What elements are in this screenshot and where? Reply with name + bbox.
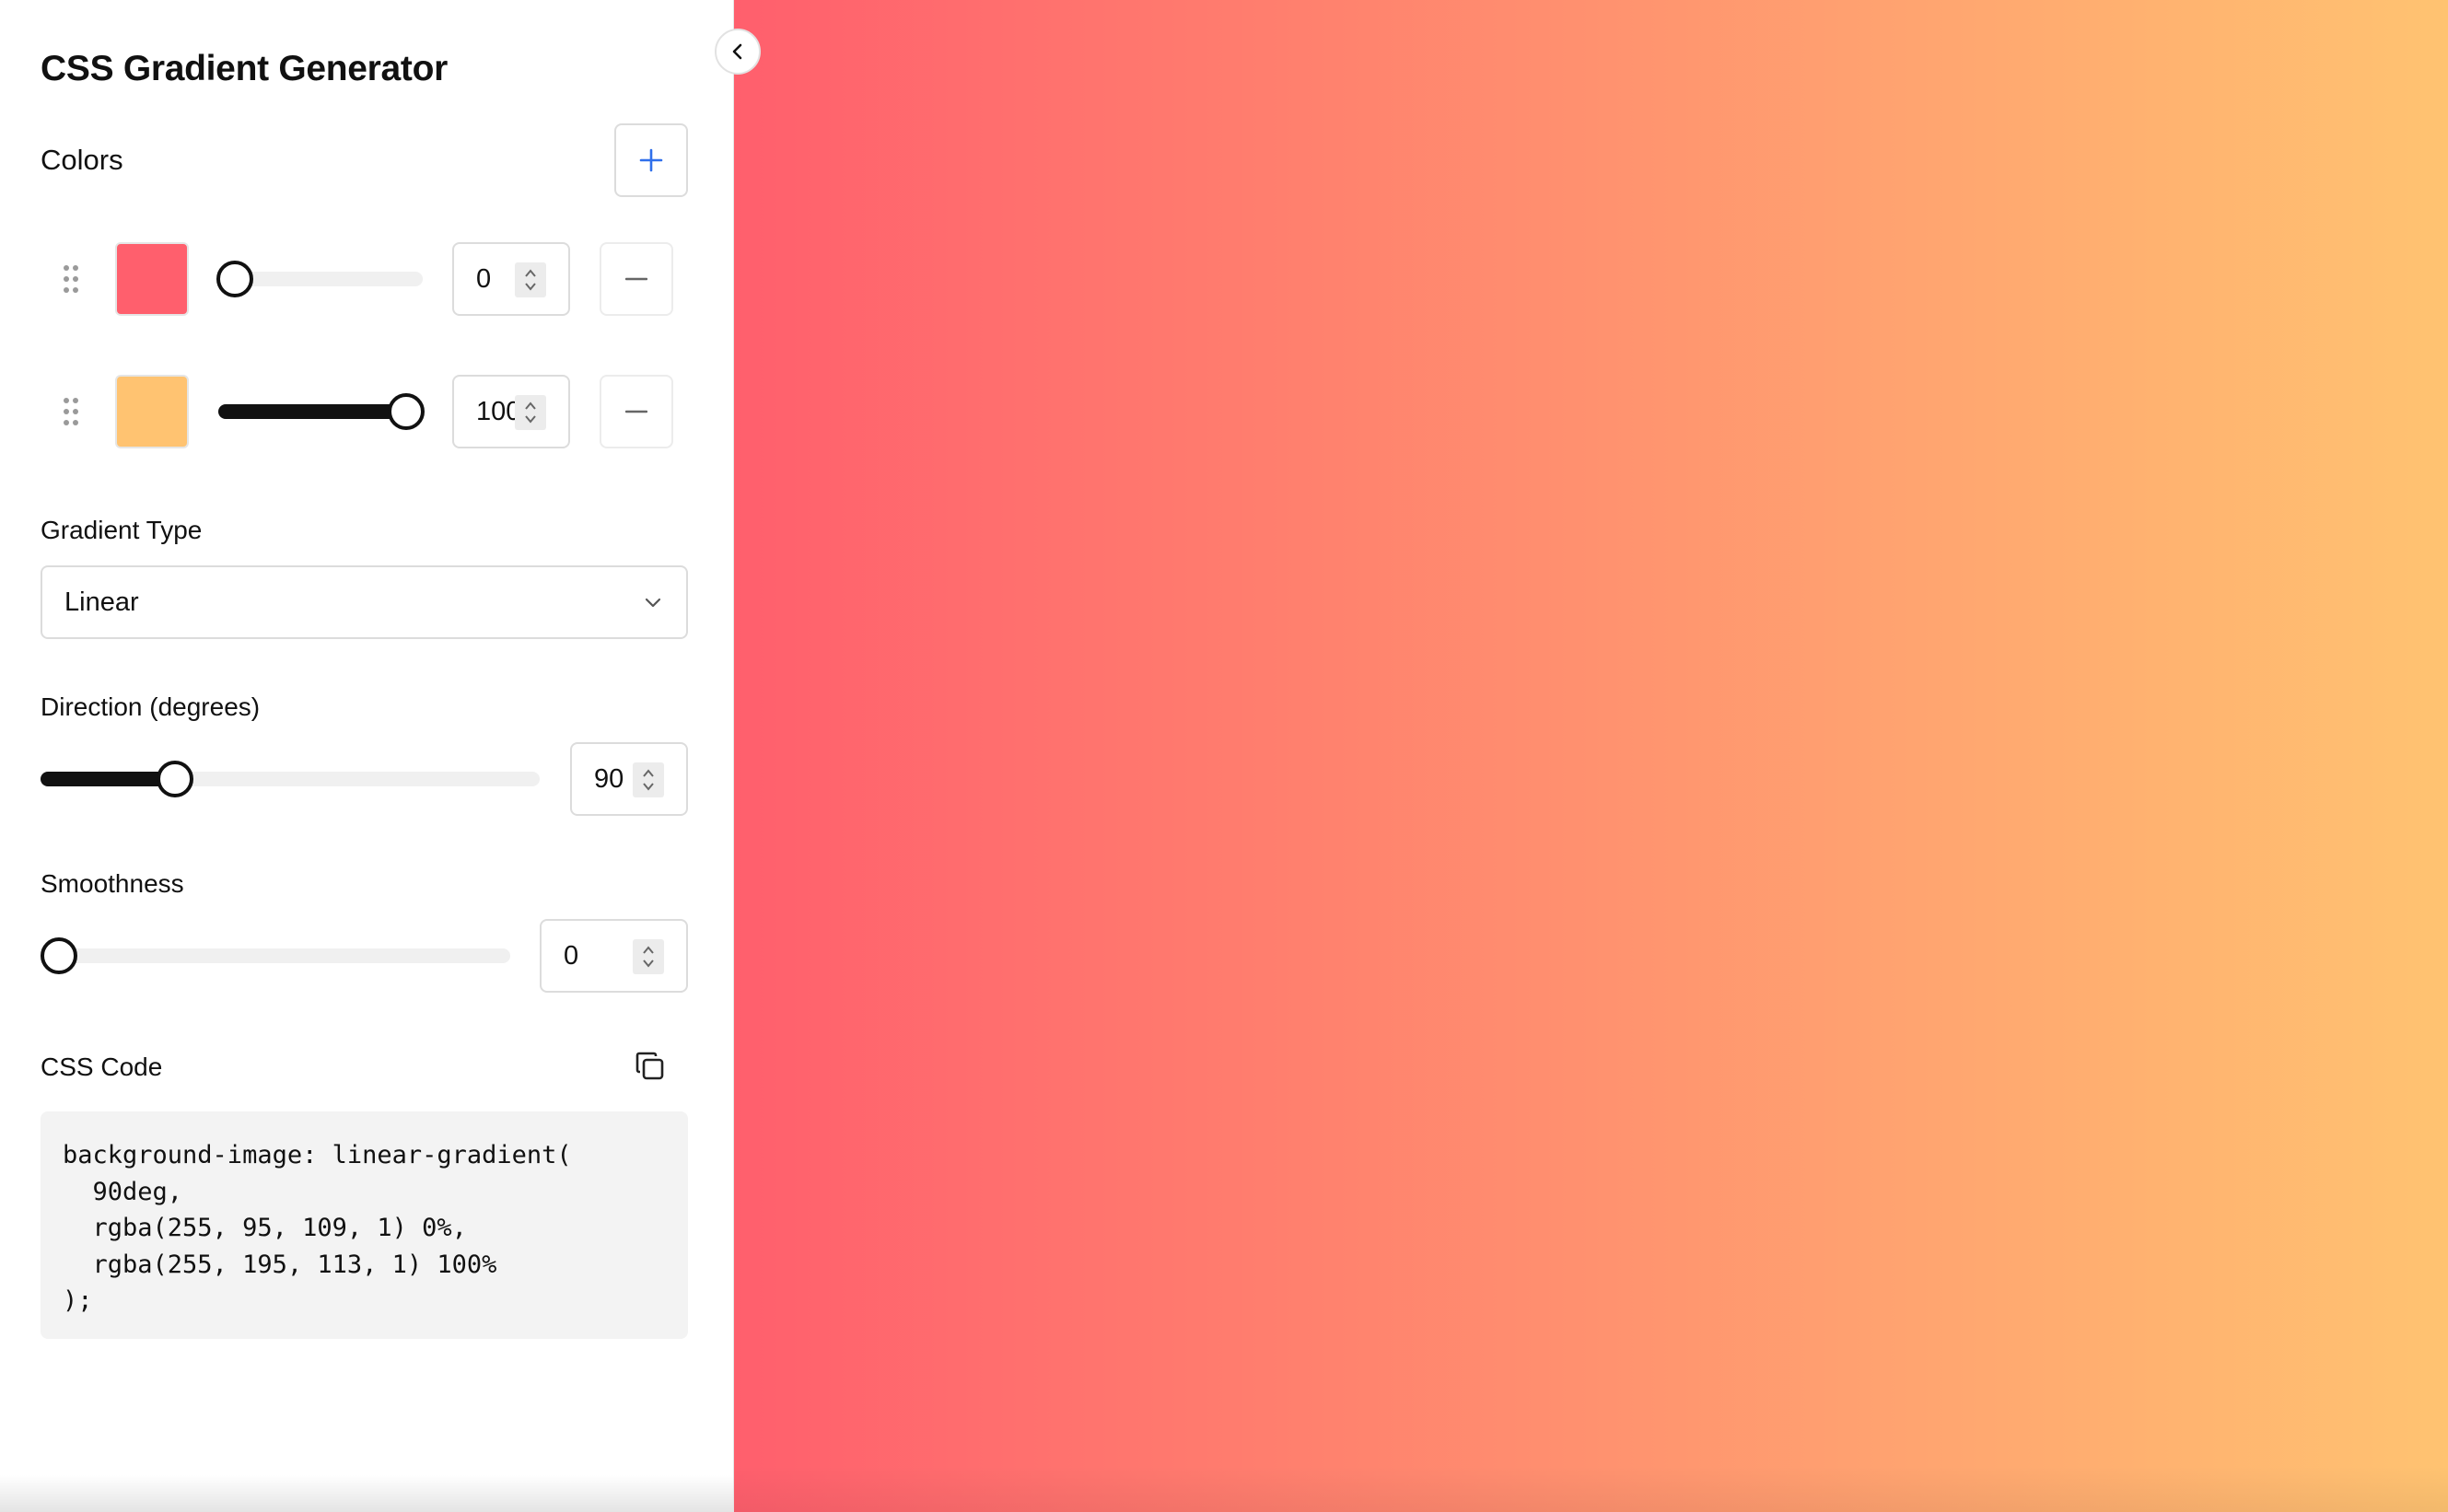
css-code-block[interactable]: background-image: linear-gradient( 90deg…	[41, 1111, 688, 1339]
gradient-preview	[734, 0, 2448, 1512]
gradient-type-value: Linear	[64, 587, 139, 617]
spinner-arrows-icon[interactable]	[515, 395, 546, 430]
collapse-sidebar-button[interactable]	[715, 29, 761, 75]
smoothness-label: Smoothness	[41, 869, 184, 898]
chevron-down-icon	[645, 598, 661, 608]
color-swatch[interactable]	[115, 375, 189, 448]
position-input[interactable]: 0	[452, 242, 570, 316]
colors-section-title: Colors	[41, 144, 123, 176]
sidebar-bottom-shadow	[0, 1475, 734, 1512]
color-stop-row: 0	[0, 242, 734, 316]
position-input[interactable]: 100	[452, 375, 570, 448]
direction-input[interactable]: 90	[570, 742, 688, 816]
copy-icon	[635, 1052, 664, 1080]
page-title: CSS Gradient Generator	[41, 49, 449, 88]
direction-label: Direction (degrees)	[41, 692, 261, 721]
smoothness-value: 0	[564, 941, 579, 971]
add-color-button[interactable]	[614, 123, 688, 197]
position-slider[interactable]	[218, 393, 425, 430]
app: CSS Gradient Generator Colors 0 100 Grad…	[0, 0, 2448, 1512]
spinner-arrows-icon[interactable]	[515, 262, 546, 297]
gradient-type-select[interactable]: Linear	[41, 565, 688, 639]
spinner-arrows-icon[interactable]	[633, 762, 664, 797]
minus-icon	[625, 410, 647, 413]
remove-color-button[interactable]	[600, 242, 673, 316]
slider-thumb[interactable]	[156, 761, 193, 797]
color-stop-row: 100	[0, 375, 734, 448]
slider-thumb[interactable]	[388, 393, 425, 430]
color-swatch[interactable]	[115, 242, 189, 316]
css-code-label: CSS Code	[41, 1053, 163, 1081]
spinner-arrows-icon[interactable]	[633, 939, 664, 974]
smoothness-input[interactable]: 0	[540, 919, 688, 993]
slider-thumb[interactable]	[41, 937, 77, 974]
smoothness-slider[interactable]	[41, 937, 510, 974]
direction-slider[interactable]	[41, 761, 540, 797]
remove-color-button[interactable]	[600, 375, 673, 448]
preview-bottom-shadow	[734, 1466, 2448, 1512]
minus-icon	[625, 277, 647, 281]
direction-value: 90	[594, 764, 624, 794]
sidebar: CSS Gradient Generator Colors 0 100 Grad…	[0, 0, 734, 1512]
slider-fill	[41, 772, 175, 786]
drag-handle-icon[interactable]	[61, 262, 81, 296]
drag-handle-icon[interactable]	[61, 395, 81, 428]
position-slider[interactable]	[216, 261, 423, 297]
chevron-left-icon	[732, 43, 742, 60]
plus-icon	[639, 148, 663, 172]
copy-button[interactable]	[632, 1048, 669, 1085]
gradient-type-label: Gradient Type	[41, 516, 203, 544]
slider-thumb[interactable]	[216, 261, 253, 297]
position-value: 0	[476, 264, 492, 294]
